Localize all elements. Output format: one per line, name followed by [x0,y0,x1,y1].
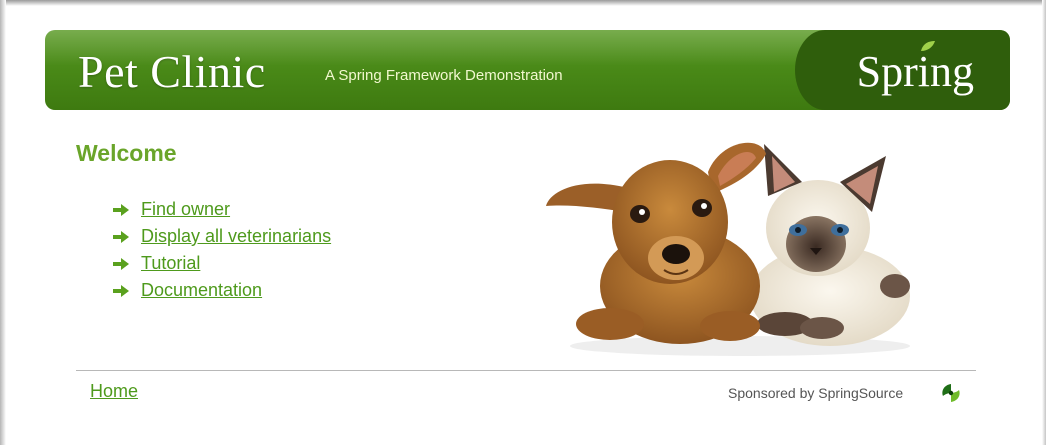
nav-item-veterinarians: Display all veterinarians [112,223,331,250]
documentation-link[interactable]: Documentation [141,280,262,301]
arrow-right-icon [113,230,129,243]
nav-list: Find owner Display all veterinarians Tut… [112,196,331,304]
arrow-right-icon [113,284,129,297]
app-title: Pet Clinic [78,46,266,97]
find-owner-link[interactable]: Find owner [141,199,230,220]
arrow-right-icon [113,257,129,270]
pets-image [546,142,910,356]
welcome-heading: Welcome [76,140,177,166]
footer-divider [76,370,976,371]
header-banner: Pet Clinic A Spring Framework Demonstrat… [45,30,1010,110]
spring-logo[interactable]: Spring [857,46,974,97]
nav-item-documentation: Documentation [112,277,331,304]
nav-item-tutorial: Tutorial [112,250,331,277]
sponsor-text: Sponsored by SpringSource [728,385,904,401]
arrow-right-icon [113,203,129,216]
window-edge-right [1042,0,1046,445]
window-edge-top [0,0,1046,6]
app-subtitle: A Spring Framework Demonstration [325,67,563,84]
tutorial-link[interactable]: Tutorial [141,253,200,274]
springsource-logo-icon[interactable] [940,383,962,403]
nav-item-find-owner: Find owner [112,196,331,223]
window-edge-left [0,0,6,445]
home-link[interactable]: Home [90,381,138,402]
display-veterinarians-link[interactable]: Display all veterinarians [141,226,331,247]
